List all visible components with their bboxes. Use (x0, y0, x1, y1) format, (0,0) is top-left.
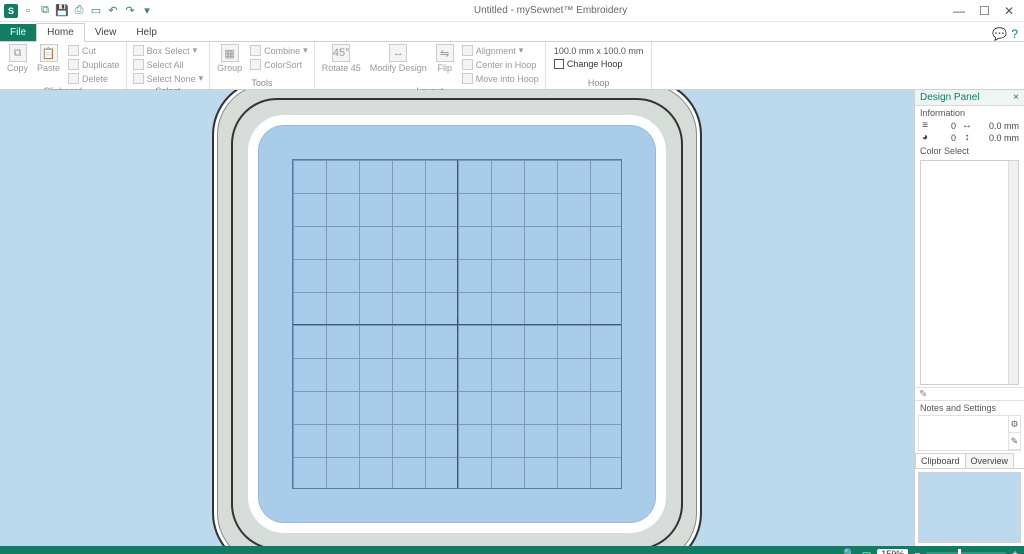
ribbon-group-label: Hoop (550, 77, 648, 89)
zoom-level[interactable]: 159% (877, 549, 908, 554)
quick-access-toolbar: S ▫ ⧉ 💾 ⎙ ▭ ↶ ↷ ▾ (0, 4, 158, 18)
feedback-icon[interactable]: 💬 (992, 27, 1007, 41)
select-all-button[interactable]: Select All (131, 58, 206, 71)
colors-icon: ◕ (920, 133, 930, 143)
hoop-inner (258, 125, 656, 523)
menu-tabs: File Home View Help 💬 ? (0, 22, 1024, 42)
qat-dropdown-icon[interactable]: ▾ (140, 4, 154, 18)
help-icon[interactable]: ? (1011, 27, 1018, 41)
center-cross-icon (451, 318, 463, 330)
box-select-button[interactable]: Box Select ▾ (131, 44, 206, 57)
paste-button[interactable]: 📋Paste (34, 44, 63, 73)
window-controls: — ☐ ✕ (943, 4, 1024, 18)
alignment-button[interactable]: Alignment ▾ (460, 44, 541, 57)
ribbon: ⧉Copy 📋Paste Cut Duplicate Delete Clipbo… (0, 42, 1024, 90)
minimize-button[interactable]: — (953, 4, 965, 18)
close-button[interactable]: ✕ (1004, 4, 1014, 18)
notes-box: ⚙ ✎ (918, 415, 1021, 451)
color-select-label: Color Select (915, 144, 1024, 158)
hoop-outer (212, 90, 702, 546)
color-toolbar: ✎ (915, 387, 1024, 401)
copy-button[interactable]: ⧉Copy (4, 44, 31, 73)
design-width: 0.0 mm (978, 121, 1019, 131)
ribbon-group-label: Tools (214, 77, 310, 89)
duplicate-button[interactable]: Duplicate (66, 58, 122, 71)
design-height: 0.0 mm (978, 133, 1019, 143)
tab-home[interactable]: Home (36, 23, 85, 42)
tab-help[interactable]: Help (126, 24, 167, 41)
tab-clipboard[interactable]: Clipboard (915, 453, 966, 468)
status-bar: 🔍 ▭ 159% − + (0, 546, 1024, 554)
center-in-hoop-button[interactable]: Center in Hoop (460, 58, 541, 71)
information-label: Information (915, 106, 1024, 120)
color-tool-icon[interactable]: ✎ (919, 389, 927, 400)
flip-button[interactable]: ⇋Flip (433, 44, 457, 73)
colorsort-button[interactable]: ColorSort (248, 58, 310, 71)
ribbon-group-select: Box Select ▾ Select All Select None ▾ Se… (127, 42, 211, 89)
overview-thumbnail[interactable] (918, 472, 1021, 543)
hoop-dimensions: 100.0 mm x 100.0 mm (554, 46, 644, 56)
hoop-icon (554, 59, 564, 69)
modify-design-button[interactable]: ↔Modify Design (367, 44, 430, 73)
color-count: 0 (936, 133, 956, 143)
delete-button[interactable]: Delete (66, 72, 122, 85)
main-area: Design Panel × Information ≡ 0 ↔ 0.0 mm … (0, 90, 1024, 546)
window-title: Untitled - mySewnet™ Embroidery (158, 5, 943, 16)
ribbon-group-hoop: 100.0 mm x 100.0 mm Change Hoop Hoop (546, 42, 653, 89)
info-row-stitches: ≡ 0 ↔ 0.0 mm (915, 120, 1024, 132)
panel-footer-tabs: Clipboard Overview (915, 453, 1024, 469)
width-icon: ↔ (962, 121, 972, 131)
notes-text[interactable] (919, 416, 1008, 450)
title-bar: S ▫ ⧉ 💾 ⎙ ▭ ↶ ↷ ▾ Untitled - mySewnet™ E… (0, 0, 1024, 22)
combine-button[interactable]: Combine ▾ (248, 44, 310, 57)
rotate45-button[interactable]: 45°Rotate 45 (319, 44, 364, 73)
undo-icon[interactable]: ↶ (106, 4, 120, 18)
open-icon[interactable]: ⧉ (38, 4, 52, 18)
ribbon-group-tools: ▦Group Combine ▾ ColorSort Tools (210, 42, 315, 89)
canvas[interactable] (0, 90, 914, 546)
design-panel: Design Panel × Information ≡ 0 ↔ 0.0 mm … (914, 90, 1024, 546)
scrollbar[interactable] (1008, 161, 1018, 384)
zoom-in-icon[interactable]: + (1012, 549, 1018, 554)
app-logo-icon: S (4, 4, 18, 18)
panel-close-icon[interactable]: × (1013, 92, 1019, 103)
design-grid[interactable] (292, 159, 622, 489)
zoom-actual-icon[interactable]: ▭ (862, 549, 871, 554)
info-row-colors: ◕ 0 ↕ 0.0 mm (915, 132, 1024, 144)
stitch-count: 0 (936, 121, 956, 131)
notes-label: Notes and Settings (915, 401, 1024, 415)
export-icon[interactable]: ▭ (89, 4, 103, 18)
move-into-hoop-button[interactable]: Move into Hoop (460, 72, 541, 85)
panel-title: Design Panel (920, 92, 979, 103)
color-select-list[interactable] (920, 160, 1019, 385)
cut-button[interactable]: Cut (66, 44, 122, 57)
save-icon[interactable]: 💾 (55, 4, 69, 18)
group-button[interactable]: ▦Group (214, 44, 245, 73)
notes-settings-icon[interactable]: ⚙ (1009, 416, 1020, 433)
tab-file[interactable]: File (0, 24, 36, 41)
tab-view[interactable]: View (85, 24, 127, 41)
select-none-button[interactable]: Select None ▾ (131, 72, 206, 85)
hoop-mid (231, 98, 683, 546)
ribbon-group-clipboard: ⧉Copy 📋Paste Cut Duplicate Delete Clipbo… (0, 42, 127, 89)
height-icon: ↕ (962, 133, 972, 143)
new-icon[interactable]: ▫ (21, 4, 35, 18)
print-icon[interactable]: ⎙ (72, 4, 86, 18)
redo-icon[interactable]: ↷ (123, 4, 137, 18)
ribbon-group-layout: 45°Rotate 45 ↔Modify Design ⇋Flip Alignm… (315, 42, 546, 89)
change-hoop-button[interactable]: Change Hoop (554, 59, 644, 69)
notes-edit-icon[interactable]: ✎ (1009, 433, 1020, 450)
tab-overview[interactable]: Overview (965, 453, 1015, 468)
stitches-icon: ≡ (920, 121, 930, 131)
zoom-fit-icon[interactable]: 🔍 (843, 549, 855, 554)
zoom-out-icon[interactable]: − (914, 549, 920, 554)
maximize-button[interactable]: ☐ (979, 4, 990, 18)
